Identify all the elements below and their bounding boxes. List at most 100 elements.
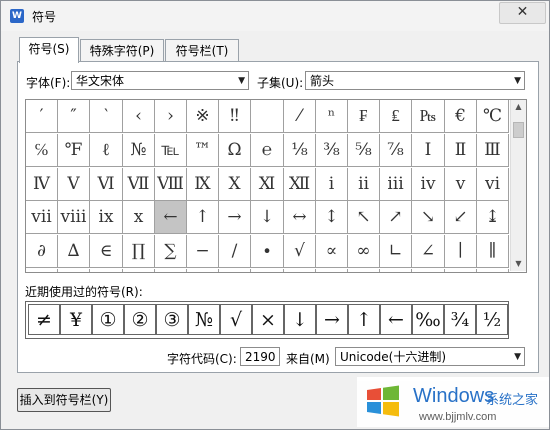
symbol-cell[interactable]: ⅲ (380, 168, 412, 201)
symbol-cell[interactable]: ⅱ (348, 168, 380, 201)
symbol-cell[interactable]: ∙ (251, 235, 284, 268)
symbol-cell[interactable]: ⅶ (26, 201, 58, 234)
symbol-cell[interactable]: ∣ (445, 235, 477, 268)
symbol-cell[interactable]: ⅜ (316, 134, 348, 167)
symbol-cell[interactable]: ℮ (251, 134, 284, 167)
recent-symbol-cell[interactable]: ½ (476, 304, 508, 335)
symbol-cell[interactable]: Ⅸ (187, 168, 219, 201)
symbol-cell[interactable]: Ⅻ (284, 168, 316, 201)
symbol-cell[interactable] (219, 269, 251, 272)
symbol-cell[interactable]: ∑ (155, 235, 187, 268)
symbol-cell[interactable]: ₤ (380, 100, 412, 133)
symbol-grid-scrollbar[interactable]: ▲ ▼ (510, 100, 526, 271)
recent-symbol-cell[interactable]: № (188, 304, 220, 335)
symbol-cell[interactable]: ∥ (477, 235, 509, 268)
recent-symbol-cell[interactable]: ¥ (60, 304, 92, 335)
symbol-cell[interactable] (26, 269, 58, 272)
symbol-cell[interactable]: › (155, 100, 187, 133)
symbol-cell[interactable]: Ω (219, 134, 251, 167)
symbol-cell[interactable]: ℡ (155, 134, 187, 167)
symbol-cell[interactable]: ↨ (477, 201, 509, 234)
symbol-cell[interactable]: ″ (58, 100, 90, 133)
symbol-cell[interactable]: Ⅵ (90, 168, 123, 201)
symbol-cell[interactable]: ‵ (90, 100, 123, 133)
symbol-cell[interactable]: ⅝ (348, 134, 380, 167)
symbol-cell[interactable] (90, 269, 123, 272)
recent-symbol-cell[interactable]: ¾ (444, 304, 476, 335)
symbol-cell[interactable]: ⅹ (123, 201, 155, 234)
symbol-cell[interactable] (445, 269, 477, 272)
symbol-cell[interactable] (380, 269, 412, 272)
symbol-cell[interactable]: ℅ (26, 134, 58, 167)
insert-to-symbol-bar-button[interactable]: 插入到符号栏(Y) (17, 388, 111, 412)
tab-symbols[interactable]: 符号(S) (19, 37, 79, 63)
recent-symbol-cell[interactable]: ① (92, 304, 124, 335)
symbol-cell[interactable]: ※ (187, 100, 219, 133)
symbol-cell[interactable]: ⅛ (284, 134, 316, 167)
symbol-cell[interactable]: Ⅴ (58, 168, 90, 201)
symbol-cell[interactable] (58, 269, 90, 272)
symbol-cell[interactable]: Ⅶ (123, 168, 155, 201)
symbol-cell[interactable]: ↑ (187, 201, 219, 234)
scroll-thumb[interactable] (513, 122, 524, 138)
scroll-up-icon[interactable]: ▲ (511, 100, 526, 114)
symbol-cell[interactable]: ⅳ (412, 168, 445, 201)
symbol-cell[interactable] (477, 269, 509, 272)
symbol-cell[interactable]: → (219, 201, 251, 234)
symbol-cell[interactable]: ⅞ (380, 134, 412, 167)
symbol-cell[interactable]: ⁄ (284, 100, 316, 133)
scroll-down-icon[interactable]: ▼ (511, 257, 526, 271)
symbol-cell[interactable]: ∠ (412, 235, 445, 268)
char-code-input[interactable]: 2190 (240, 347, 280, 366)
symbol-cell[interactable]: ℃ (477, 100, 509, 133)
symbol-cell[interactable] (348, 269, 380, 272)
symbol-cell[interactable] (316, 269, 348, 272)
close-button[interactable]: ✕ (499, 2, 546, 24)
symbol-cell[interactable]: ‼ (219, 100, 251, 133)
symbol-cell[interactable]: Ⅺ (251, 168, 284, 201)
symbol-cell[interactable]: Ⅷ (155, 168, 187, 201)
symbol-cell[interactable]: ↙ (445, 201, 477, 234)
symbol-cell[interactable]: ⁿ (316, 100, 348, 133)
recent-symbol-cell[interactable]: ③ (156, 304, 188, 335)
symbol-cell[interactable]: ∞ (348, 235, 380, 268)
symbol-cell[interactable]: ⅵ (477, 168, 509, 201)
recent-symbol-cell[interactable]: ② (124, 304, 156, 335)
symbol-cell[interactable]: ′ (26, 100, 58, 133)
recent-symbol-cell[interactable]: ↓ (284, 304, 316, 335)
tab-symbol-bar[interactable]: 符号栏(T) (165, 39, 239, 62)
symbol-cell[interactable]: ⅴ (445, 168, 477, 201)
symbol-cell[interactable]: √ (284, 235, 316, 268)
symbol-cell[interactable]: Ⅱ (445, 134, 477, 167)
symbol-cell[interactable]: ↕ (316, 201, 348, 234)
recent-symbol-cell[interactable]: √ (220, 304, 252, 335)
symbol-cell[interactable] (412, 269, 445, 272)
symbol-cell[interactable]: ₣ (348, 100, 380, 133)
subset-select[interactable]: 箭头 ▼ (305, 71, 525, 90)
symbol-cell[interactable]: ™ (187, 134, 219, 167)
symbol-cell[interactable] (284, 269, 316, 272)
symbol-cell[interactable]: ∕ (219, 235, 251, 268)
symbol-cell[interactable] (155, 269, 187, 272)
symbol-cell[interactable] (123, 269, 155, 272)
symbol-cell[interactable]: ⅸ (90, 201, 123, 234)
font-select[interactable]: 华文宋体 ▼ (71, 71, 249, 90)
symbol-cell[interactable]: ℓ (90, 134, 123, 167)
symbol-cell[interactable]: ⅰ (316, 168, 348, 201)
symbol-cell[interactable]: − (187, 235, 219, 268)
symbol-cell[interactable] (251, 269, 284, 272)
symbol-cell[interactable]: ‹ (123, 100, 155, 133)
symbol-cell[interactable]: Ⅳ (26, 168, 58, 201)
symbol-cell[interactable]: ∈ (90, 235, 123, 268)
symbol-cell[interactable]: € (445, 100, 477, 133)
recent-symbol-cell[interactable]: ← (380, 304, 412, 335)
recent-symbol-cell[interactable]: ≠ (28, 304, 60, 335)
tab-special-chars[interactable]: 特殊字符(P) (80, 39, 164, 62)
symbol-cell[interactable]: ℉ (58, 134, 90, 167)
recent-symbol-cell[interactable]: ‰ (412, 304, 444, 335)
symbol-cell[interactable]: ↖ (348, 201, 380, 234)
symbol-cell[interactable]: Ⅰ (412, 134, 445, 167)
symbol-cell[interactable]: ← (155, 201, 187, 234)
symbol-cell[interactable]: ↘ (412, 201, 445, 234)
symbol-cell[interactable]: № (123, 134, 155, 167)
